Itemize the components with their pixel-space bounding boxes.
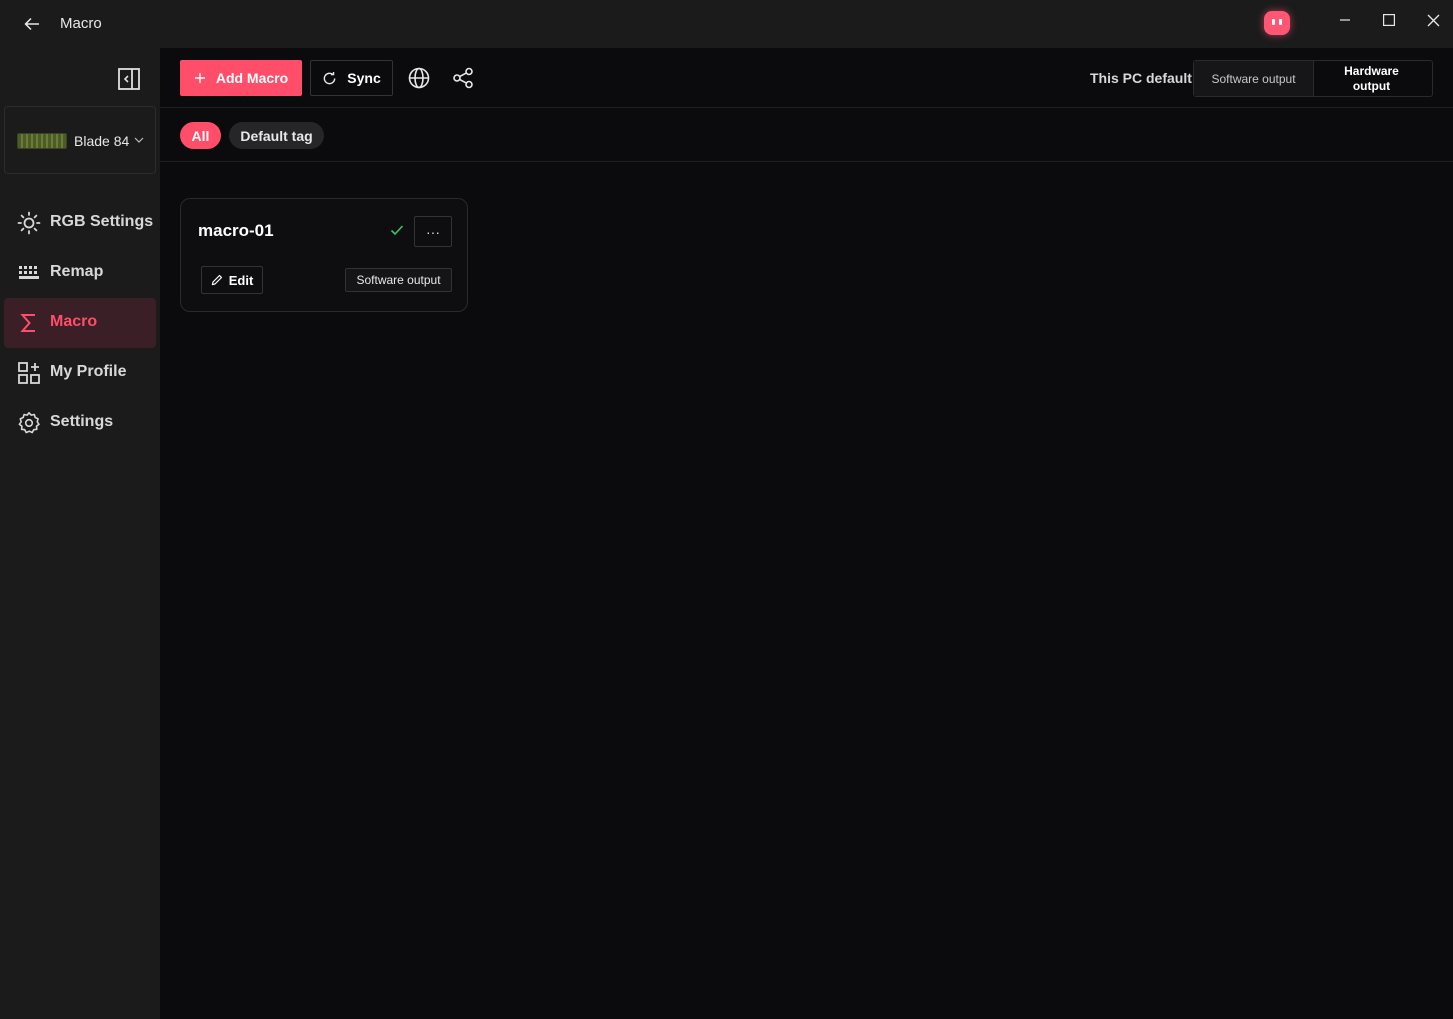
pencil-icon — [211, 274, 222, 286]
device-selector[interactable]: Blade 84 — [4, 106, 156, 174]
mascot-icon[interactable] — [1264, 11, 1290, 35]
edit-label: Edit — [228, 272, 254, 288]
share-button[interactable] — [450, 65, 476, 91]
collapse-sidebar-button[interactable] — [116, 66, 142, 92]
title-bar: Macro — [0, 0, 1453, 48]
sidebar: Blade 84 RGB Settings Remap Macro My Pro… — [0, 48, 160, 1019]
main-panel: Add Macro Sync This PC default Software … — [160, 48, 1453, 1019]
sync-label: Sync — [347, 70, 381, 86]
sidebar-item-label: Remap — [50, 263, 104, 280]
plus-icon — [194, 73, 205, 83]
tag-filter-bar: All Default tag — [160, 109, 1453, 162]
sidebar-item-remap[interactable]: Remap — [4, 248, 156, 298]
sync-icon — [323, 71, 336, 84]
add-macro-label: Add Macro — [215, 70, 289, 86]
output-badge: Software output — [345, 268, 452, 292]
sidebar-item-settings[interactable]: Settings — [4, 398, 156, 448]
keyboard-icon — [19, 266, 39, 279]
edit-button[interactable]: Edit — [201, 266, 263, 294]
tag-default[interactable]: Default tag — [229, 122, 324, 149]
minimize-icon — [1340, 19, 1350, 21]
globe-icon — [408, 67, 430, 89]
toolbar: Add Macro Sync This PC default Software … — [160, 48, 1453, 108]
device-name: Blade 84 — [74, 133, 130, 149]
macro-card[interactable]: macro-01 ··· Edit Software output — [180, 198, 468, 312]
sidebar-item-label: Settings — [50, 413, 114, 430]
maximize-button[interactable] — [1373, 8, 1405, 32]
sidebar-item-my-profile[interactable]: My Profile — [4, 348, 156, 398]
arrow-left-icon — [24, 17, 39, 31]
sidebar-collapse-icon — [118, 68, 140, 90]
back-button[interactable] — [20, 12, 44, 36]
more-options-button[interactable]: ··· — [414, 216, 452, 247]
output-mode-toggle: Software output Hardware output — [1193, 60, 1433, 97]
sidebar-item-macro[interactable]: Macro — [4, 298, 156, 348]
gear-icon — [18, 412, 40, 434]
hardware-output-option[interactable]: Hardware output — [1314, 61, 1429, 96]
sync-button[interactable]: Sync — [310, 60, 393, 96]
app-title: Macro — [60, 15, 102, 32]
sidebar-item-label: RGB Settings — [50, 213, 154, 230]
language-button[interactable] — [406, 65, 432, 91]
close-button[interactable] — [1417, 8, 1449, 32]
macro-name: macro-01 — [198, 221, 274, 240]
sidebar-item-label: Macro — [50, 313, 98, 330]
add-macro-button[interactable]: Add Macro — [180, 60, 302, 96]
keyboard-image — [17, 133, 67, 149]
sidebar-item-rgb-settings[interactable]: RGB Settings — [4, 198, 156, 248]
software-output-option[interactable]: Software output — [1194, 61, 1314, 96]
sidebar-item-label: My Profile — [50, 363, 127, 380]
close-icon — [1427, 14, 1439, 26]
share-icon — [453, 67, 473, 89]
sun-icon — [17, 211, 41, 235]
tag-all[interactable]: All — [180, 122, 221, 149]
grid-plus-icon — [18, 362, 40, 384]
maximize-icon — [1383, 14, 1395, 26]
check-icon — [390, 225, 404, 236]
chevron-down-icon — [134, 137, 144, 143]
minimize-button[interactable] — [1329, 8, 1361, 32]
pc-default-label: This PC default — [1090, 70, 1192, 86]
sigma-icon — [20, 314, 35, 332]
